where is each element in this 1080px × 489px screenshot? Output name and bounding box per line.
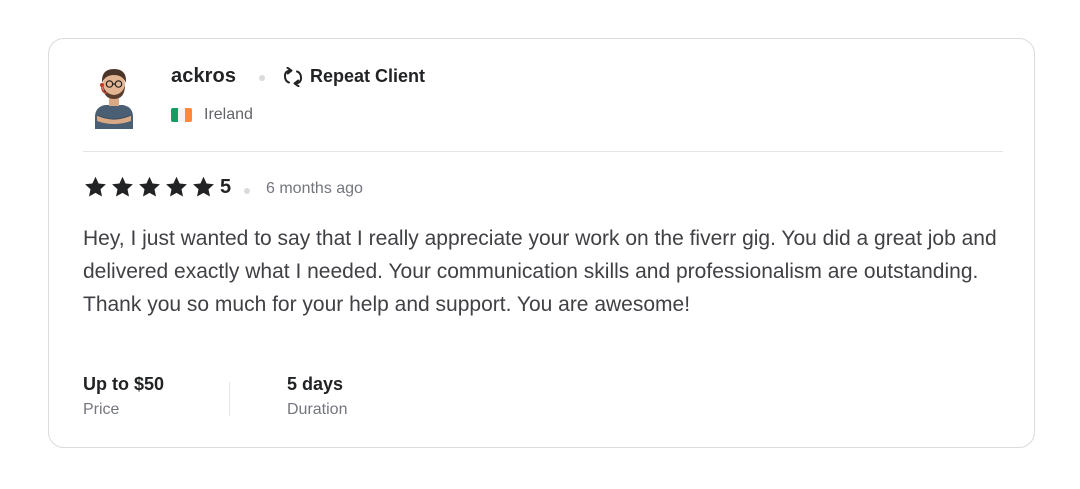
duration-info: 5 days Duration: [287, 372, 347, 419]
duration-label: Duration: [287, 401, 348, 418]
star-icon: [112, 176, 133, 197]
repeat-icon: [283, 66, 303, 87]
star-rating: [83, 175, 218, 199]
separator-dot: [244, 188, 250, 194]
review-time: 6 months ago: [266, 180, 363, 197]
repeat-client-label: Repeat Client: [310, 66, 426, 86]
review-text: Hey, I just wanted to say that I really …: [83, 227, 997, 316]
price-label: Price: [83, 401, 120, 418]
country: Ireland: [171, 106, 253, 124]
username[interactable]: ackros: [171, 65, 236, 88]
star-icon: [139, 176, 160, 197]
meta-divider: [229, 382, 230, 416]
user-avatar[interactable]: [83, 63, 145, 129]
rating: 5: [83, 175, 231, 199]
separator-dot: [259, 75, 265, 81]
repeat-client-badge: Repeat Client: [282, 66, 425, 87]
duration-value: 5 days: [287, 374, 344, 394]
star-icon: [193, 176, 214, 197]
ireland-flag-icon: [171, 108, 192, 122]
divider: [83, 151, 1003, 152]
star-icon: [85, 176, 106, 197]
price-value: Up to $50: [83, 374, 165, 394]
price-info: Up to $50 Price: [83, 372, 164, 419]
country-name: Ireland: [204, 106, 253, 123]
review-card: ackros Repeat Client Ireland 5 6 months …: [48, 38, 1035, 448]
star-icon: [166, 176, 187, 197]
rating-value: 5: [220, 175, 232, 198]
